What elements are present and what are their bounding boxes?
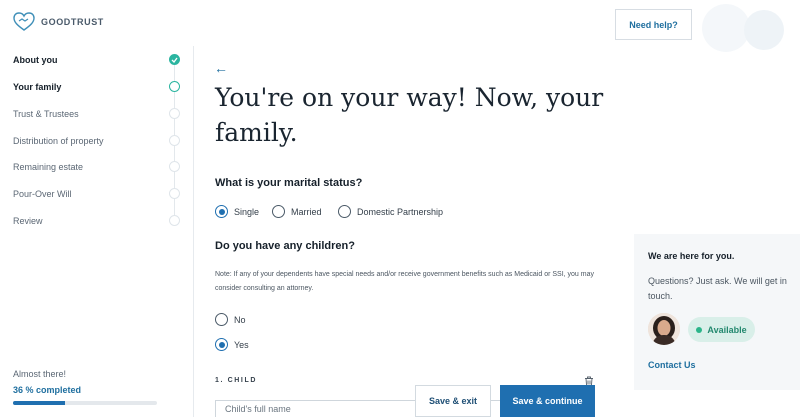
save-exit-button[interactable]: Save & exit (415, 385, 491, 417)
radio-label: Single (234, 206, 260, 217)
children-note: Note: If any of your dependents have spe… (215, 271, 594, 292)
step-indicator (169, 135, 180, 146)
child-section-label: 1. CHILD (215, 377, 257, 384)
step-indicator (169, 215, 180, 226)
marital-option-domestic-partnership[interactable]: Domestic Partnership (338, 205, 443, 218)
page-title: You're on your way! Now, your family. (215, 83, 604, 147)
status-dot-icon (696, 326, 703, 333)
decorative-circle (744, 10, 784, 50)
sidebar-item-remaining-estate[interactable]: Remaining estate (13, 162, 83, 172)
heart-handshake-icon (13, 12, 35, 31)
marital-option-married[interactable]: Married (272, 205, 322, 218)
logo-text: GOODTRUST (41, 17, 104, 27)
marital-option-single[interactable]: Single (215, 205, 259, 218)
save-continue-button[interactable]: Save & continue (500, 385, 595, 417)
sidebar-item-distribution[interactable]: Distribution of property (13, 136, 104, 146)
step-complete-check-icon (169, 54, 180, 65)
radio-icon[interactable] (215, 313, 228, 326)
step-indicator (169, 188, 180, 199)
support-agent-avatar (648, 313, 680, 345)
sidebar-item-review[interactable]: Review (13, 216, 43, 226)
step-current-indicator (169, 81, 180, 92)
children-option-no[interactable]: No (215, 313, 246, 326)
radio-label: Yes (234, 339, 249, 350)
need-help-button[interactable]: Need help? (615, 9, 692, 40)
progress-bar-fill (13, 401, 65, 405)
marital-status-question: What is your marital status? (215, 177, 363, 189)
support-panel-text: Questions? Just ask. We will get in touc… (648, 276, 787, 301)
radio-label: Married (291, 206, 322, 217)
decorative-circle (702, 4, 750, 52)
radio-label: Domestic Partnership (357, 206, 444, 217)
radio-selected-icon[interactable] (215, 205, 228, 218)
step-indicator (169, 108, 180, 119)
progress-sidebar (0, 46, 194, 417)
support-panel: We are here for you. Questions? Just ask… (634, 234, 800, 390)
children-question: Do you have any children? (215, 240, 355, 252)
radio-icon[interactable] (338, 205, 351, 218)
sidebar-item-pour-over-will[interactable]: Pour-Over Will (13, 189, 72, 199)
radio-icon[interactable] (272, 205, 285, 218)
sidebar-item-about-you[interactable]: About you (13, 55, 58, 65)
children-option-yes[interactable]: Yes (215, 338, 249, 351)
contact-us-link[interactable]: Contact Us (648, 360, 696, 370)
back-arrow-icon[interactable]: ← (214, 60, 228, 76)
availability-label: Available (707, 324, 747, 335)
progress-bar (13, 401, 157, 405)
availability-badge: Available (688, 317, 755, 342)
progress-percent: 36 % completed (13, 385, 82, 395)
support-panel-title: We are here for you. (648, 251, 735, 261)
step-indicator (169, 161, 180, 172)
goodtrust-logo[interactable]: GOODTRUST (13, 12, 104, 32)
sidebar-item-your-family[interactable]: Your family (13, 82, 61, 92)
radio-selected-icon[interactable] (215, 338, 228, 351)
sidebar-item-trust-trustees[interactable]: Trust & Trustees (13, 109, 79, 119)
progress-caption: Almost there! (13, 369, 67, 379)
radio-label: No (234, 314, 246, 325)
